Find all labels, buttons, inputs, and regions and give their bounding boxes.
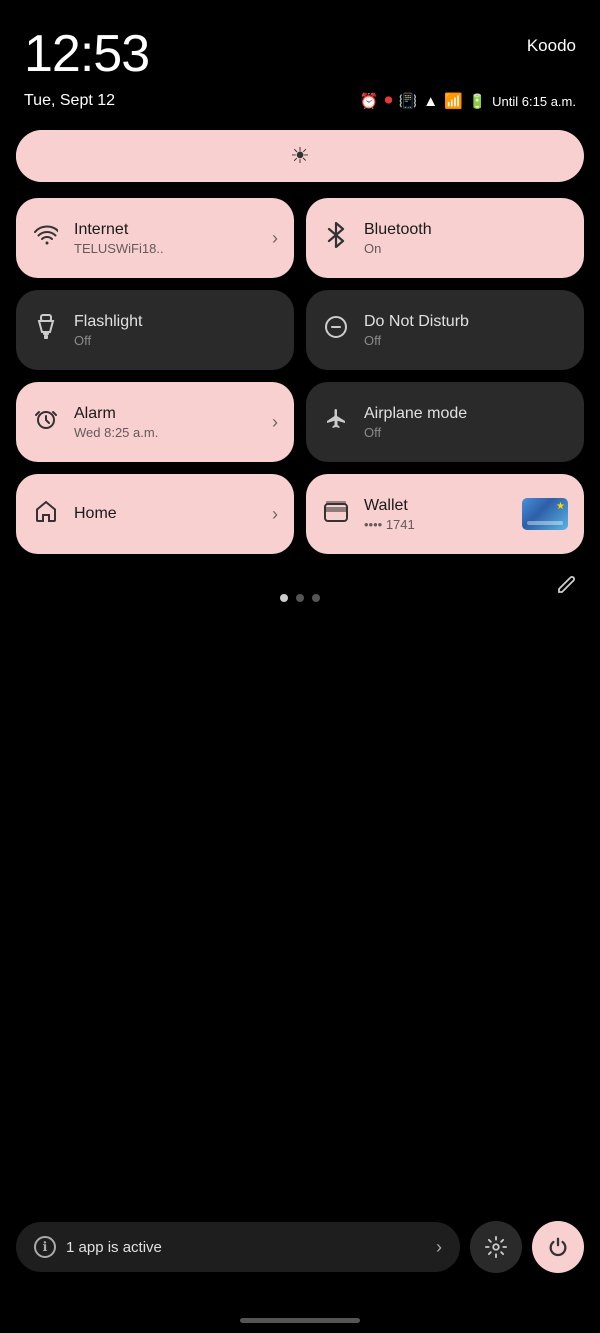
dot-3 <box>312 594 320 602</box>
alarm-icon <box>32 407 60 437</box>
active-app-chevron: › <box>436 1237 442 1258</box>
settings-button[interactable] <box>470 1221 522 1273</box>
flashlight-icon <box>32 314 60 346</box>
bluetooth-icon <box>322 222 350 254</box>
tile-internet[interactable]: Internet TELUSWiFi18.. › <box>16 198 294 278</box>
alarm-title: Alarm <box>74 404 258 423</box>
dnd-icon <box>322 315 350 345</box>
flashlight-subtitle: Off <box>74 333 278 348</box>
airplane-subtitle: Off <box>364 425 568 440</box>
active-app-text: 1 app is active <box>66 1239 426 1256</box>
bottom-bar: ℹ 1 app is active › <box>16 1221 584 1273</box>
date-display: Tue, Sept 12 <box>24 92 115 110</box>
internet-title: Internet <box>74 220 258 239</box>
active-app-pill[interactable]: ℹ 1 app is active › <box>16 1222 460 1272</box>
home-title: Home <box>74 504 258 523</box>
info-icon: ℹ <box>34 1236 56 1258</box>
tile-airplane[interactable]: Airplane mode Off <box>306 382 584 462</box>
alarm-chevron: › <box>272 412 278 433</box>
bluetooth-text: Bluetooth On <box>364 220 568 256</box>
alarm-subtitle: Wed 8:25 a.m. <box>74 425 258 440</box>
airplane-icon <box>322 407 350 437</box>
dot-1 <box>280 594 288 602</box>
pagination-row <box>0 574 600 602</box>
power-button[interactable] <box>532 1221 584 1273</box>
date-row: Tue, Sept 12 ⏰ ⏺ 📳 ▲ 📶 🔋 Until 6:15 a.m. <box>0 88 600 110</box>
home-indicator <box>240 1318 360 1323</box>
wallet-subtitle: •••• 1741 <box>364 517 508 532</box>
tile-alarm[interactable]: Alarm Wed 8:25 a.m. › <box>16 382 294 462</box>
airplane-title: Airplane mode <box>364 404 568 423</box>
home-text: Home <box>74 504 258 523</box>
wallet-text: Wallet •••• 1741 <box>364 496 508 532</box>
bluetooth-subtitle: On <box>364 241 568 256</box>
time-display: 12:53 <box>24 28 149 80</box>
edit-icon[interactable] <box>556 575 576 601</box>
wifi-icon <box>32 223 60 253</box>
quick-tiles-grid: Internet TELUSWiFi18.. › Bluetooth On F <box>0 182 600 554</box>
tile-bluetooth[interactable]: Bluetooth On <box>306 198 584 278</box>
brightness-slider-container[interactable]: ☀ <box>16 130 584 182</box>
vibrate-icon: 📳 <box>399 92 418 110</box>
carrier-name: Koodo <box>527 36 576 56</box>
airplane-text: Airplane mode Off <box>364 404 568 440</box>
flashlight-text: Flashlight Off <box>74 312 278 348</box>
status-bar: 12:53 Koodo <box>0 0 600 88</box>
battery-text: Until 6:15 a.m. <box>492 94 576 109</box>
status-icons: ⏰ ⏺ 📳 ▲ 📶 🔋 Until 6:15 a.m. <box>360 92 576 110</box>
internet-chevron: › <box>272 228 278 249</box>
dnd-title: Do Not Disturb <box>364 312 568 331</box>
carrier-display: Koodo <box>527 28 576 56</box>
dnd-text: Do Not Disturb Off <box>364 312 568 348</box>
signal-icon: 📶 <box>444 92 463 110</box>
internet-subtitle: TELUSWiFi18.. <box>74 241 258 256</box>
tile-dnd[interactable]: Do Not Disturb Off <box>306 290 584 370</box>
alarm-status-icon: ⏰ <box>360 92 379 110</box>
bluetooth-title: Bluetooth <box>364 220 568 239</box>
brightness-icon: ☀ <box>290 143 310 169</box>
pagination-dots <box>280 594 320 602</box>
record-icon: ⏺ <box>384 92 392 110</box>
home-chevron: › <box>272 504 278 525</box>
tile-wallet[interactable]: Wallet •••• 1741 ★ <box>306 474 584 554</box>
battery-icon: 🔋 <box>469 93 486 110</box>
wallet-icon <box>322 500 350 528</box>
tile-flashlight[interactable]: Flashlight Off <box>16 290 294 370</box>
tile-home[interactable]: Home › <box>16 474 294 554</box>
wallet-title: Wallet <box>364 496 508 515</box>
brightness-fill <box>16 130 385 182</box>
alarm-text: Alarm Wed 8:25 a.m. <box>74 404 258 440</box>
internet-text: Internet TELUSWiFi18.. <box>74 220 258 256</box>
clock: 12:53 <box>24 28 149 80</box>
dnd-subtitle: Off <box>364 333 568 348</box>
dot-2 <box>296 594 304 602</box>
brightness-track[interactable]: ☀ <box>16 130 584 182</box>
flashlight-title: Flashlight <box>74 312 278 331</box>
wallet-card-image: ★ <box>522 498 568 530</box>
home-icon <box>32 499 60 529</box>
wallet-card-star: ★ <box>556 501 565 512</box>
wifi-status-icon: ▲ <box>423 93 438 110</box>
